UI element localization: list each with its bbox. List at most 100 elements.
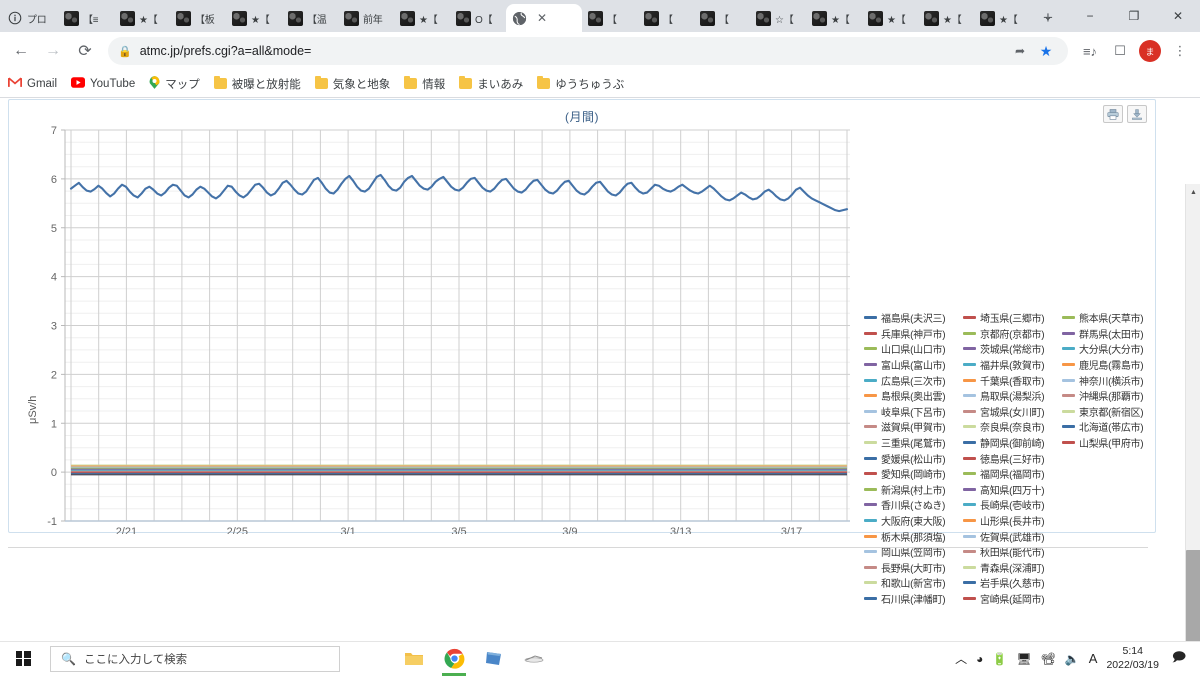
ime-icon[interactable]: A bbox=[1089, 651, 1098, 666]
chrome-icon[interactable] bbox=[434, 642, 474, 676]
browser-tab-17[interactable]: ★【 bbox=[974, 4, 1030, 32]
legend-item[interactable]: 栃木県(那須塩) bbox=[864, 528, 961, 544]
legend-item[interactable]: 広島県(三次市) bbox=[864, 372, 961, 388]
legend-item[interactable]: 静岡県(御前崎) bbox=[963, 435, 1060, 451]
bookmark-3[interactable]: 被曝と放射能 bbox=[213, 76, 301, 92]
legend-item[interactable]: 滋賀県(甲賀市) bbox=[864, 419, 961, 435]
bookmark-0[interactable]: Gmail bbox=[8, 76, 57, 91]
star-icon[interactable]: ★ bbox=[1034, 39, 1058, 63]
network-icon[interactable]: 🖥 bbox=[1016, 652, 1031, 666]
legend-item[interactable]: 神奈川(横浜市) bbox=[1062, 372, 1159, 388]
legend-item[interactable]: 奈良県(奈良市) bbox=[963, 419, 1060, 435]
browser-tab-2[interactable]: ★【 bbox=[114, 4, 170, 32]
legend-item[interactable]: 大阪府(東大阪) bbox=[864, 513, 961, 529]
legend-item[interactable]: 香川県(さぬき) bbox=[864, 497, 961, 513]
legend-item[interactable]: 島根県(奥出雲) bbox=[864, 388, 961, 404]
legend-item[interactable]: 富山県(富山市) bbox=[864, 357, 961, 373]
legend-item[interactable]: 石川県(津幡町) bbox=[864, 591, 961, 607]
legend-item[interactable]: 福井県(敦賀市) bbox=[963, 357, 1060, 373]
legend-item[interactable]: 山口県(山口市) bbox=[864, 341, 961, 357]
browser-tab-0[interactable]: プロ bbox=[2, 4, 58, 32]
browser-tab-1[interactable]: 【≡ bbox=[58, 4, 114, 32]
volume-icon[interactable]: 🔈 bbox=[1065, 652, 1080, 666]
browser-tab-8[interactable]: O【 bbox=[450, 4, 506, 32]
snipping-tool-icon[interactable] bbox=[514, 642, 554, 676]
browser-tab-12[interactable]: 【 bbox=[694, 4, 750, 32]
legend-item[interactable]: 愛知県(岡崎市) bbox=[864, 466, 961, 482]
legend-item[interactable]: 大分県(大分市) bbox=[1062, 341, 1159, 357]
legend-item[interactable]: 青森県(深浦町) bbox=[963, 560, 1060, 576]
minimize-button[interactable]: − bbox=[1068, 0, 1112, 32]
legend-item[interactable]: 長崎県(壱岐市) bbox=[963, 497, 1060, 513]
browser-tab-9[interactable]: ✕ bbox=[506, 4, 582, 32]
browser-tab-10[interactable]: 【 bbox=[582, 4, 638, 32]
legend-item[interactable]: 兵庫県(神戸市) bbox=[864, 326, 961, 342]
legend-item[interactable]: 沖縄県(那覇市) bbox=[1062, 388, 1159, 404]
legend-item[interactable]: 山形県(長井市) bbox=[963, 513, 1060, 529]
search-input[interactable]: 🔍 ここに入力して検索 bbox=[50, 645, 340, 672]
legend-item[interactable]: 北海道(帯広市) bbox=[1062, 419, 1159, 435]
forward-button[interactable]: → bbox=[38, 36, 68, 66]
legend-item[interactable]: 宮城県(女川町) bbox=[963, 404, 1060, 420]
legend-item[interactable]: 愛媛県(松山市) bbox=[864, 450, 961, 466]
clock[interactable]: 5:14 2022/03/19 bbox=[1106, 645, 1159, 671]
browser-tab-11[interactable]: 【 bbox=[638, 4, 694, 32]
side-panel-icon[interactable]: ☐ bbox=[1106, 37, 1134, 65]
display-icon[interactable]: 📽 bbox=[1041, 652, 1056, 666]
legend-item[interactable]: 福島県(夫沢三) bbox=[864, 310, 961, 326]
browser-tab-16[interactable]: ★【 bbox=[918, 4, 974, 32]
legend-item[interactable]: 鹿児島(霧島市) bbox=[1062, 357, 1159, 373]
reload-button[interactable]: ⟳ bbox=[70, 36, 100, 66]
maximize-button[interactable]: ❐ bbox=[1112, 0, 1156, 32]
windows-start-icon[interactable] bbox=[0, 642, 46, 676]
bookmark-6[interactable]: まいあみ bbox=[459, 76, 523, 92]
vertical-scrollbar[interactable]: ▲ ▼ bbox=[1185, 184, 1200, 641]
back-button[interactable]: ← bbox=[6, 36, 36, 66]
close-button[interactable]: ✕ bbox=[1156, 0, 1200, 32]
legend-item[interactable]: 埼玉県(三郷市) bbox=[963, 310, 1060, 326]
browser-tab-13[interactable]: ☆【 bbox=[750, 4, 806, 32]
legend-item[interactable]: 鳥取県(湯梨浜) bbox=[963, 388, 1060, 404]
tray-overflow-icon[interactable]: ︿ bbox=[955, 650, 967, 667]
browser-tab-15[interactable]: ★【 bbox=[862, 4, 918, 32]
legend-item[interactable]: 徳島県(三好市) bbox=[963, 450, 1060, 466]
scroll-up-arrow[interactable]: ▲ bbox=[1186, 184, 1200, 200]
browser-tab-4[interactable]: ★【 bbox=[226, 4, 282, 32]
print-icon[interactable] bbox=[1103, 105, 1123, 123]
bookmark-4[interactable]: 気象と地象 bbox=[314, 76, 390, 92]
share-icon[interactable]: ➦ bbox=[1008, 39, 1032, 63]
legend-item[interactable]: 東京都(新宿区) bbox=[1062, 404, 1159, 420]
file-explorer-icon[interactable] bbox=[394, 642, 434, 676]
browser-tab-3[interactable]: 【板 bbox=[170, 4, 226, 32]
camera-icon[interactable]: ◕ bbox=[976, 652, 983, 666]
legend-item[interactable]: 山梨県(甲府市) bbox=[1062, 435, 1159, 451]
address-bar[interactable]: 🔒 atmc.jp/prefs.cgi?a=all&mode= ➦ ★ bbox=[108, 37, 1068, 65]
legend-item[interactable]: 熊本県(天草市) bbox=[1062, 310, 1159, 326]
legend-item[interactable]: 宮崎県(延岡市) bbox=[963, 591, 1060, 607]
battery-icon[interactable]: 🔋 bbox=[992, 652, 1007, 666]
legend-item[interactable]: 佐賀県(武雄市) bbox=[963, 528, 1060, 544]
avatar[interactable]: ま bbox=[1136, 37, 1164, 65]
action-center-icon[interactable]: 🗩 bbox=[1168, 648, 1190, 670]
legend-item[interactable]: 長野県(大町市) bbox=[864, 560, 961, 576]
legend-item[interactable]: 群馬県(太田市) bbox=[1062, 326, 1159, 342]
legend-item[interactable]: 三重県(尾鷲市) bbox=[864, 435, 961, 451]
download-icon[interactable] bbox=[1127, 105, 1147, 123]
bookmark-5[interactable]: 情報 bbox=[404, 76, 445, 92]
scrollbar-thumb[interactable] bbox=[1186, 550, 1200, 641]
legend-item[interactable]: 京都府(京都市) bbox=[963, 326, 1060, 342]
bookmark-7[interactable]: ゆうちゅうぶ bbox=[537, 76, 624, 92]
close-icon[interactable]: ✕ bbox=[537, 11, 547, 25]
browser-tab-7[interactable]: ★【 bbox=[394, 4, 450, 32]
legend-item[interactable]: 高知県(四万十) bbox=[963, 482, 1060, 498]
legend-item[interactable]: 和歌山(新宮市) bbox=[864, 575, 961, 591]
legend-item[interactable]: 福岡県(福岡市) bbox=[963, 466, 1060, 482]
browser-tab-14[interactable]: ★【 bbox=[806, 4, 862, 32]
bookmark-1[interactable]: YouTube bbox=[71, 76, 135, 91]
legend-item[interactable]: 岩手県(久慈市) bbox=[963, 575, 1060, 591]
legend-item[interactable]: 千葉県(香取市) bbox=[963, 372, 1060, 388]
notebook-icon[interactable] bbox=[474, 642, 514, 676]
tab-search-icon[interactable]: ⌄ bbox=[1028, 0, 1068, 32]
legend-item[interactable]: 茨城県(常総市) bbox=[963, 341, 1060, 357]
bookmark-2[interactable]: マップ bbox=[149, 75, 200, 92]
